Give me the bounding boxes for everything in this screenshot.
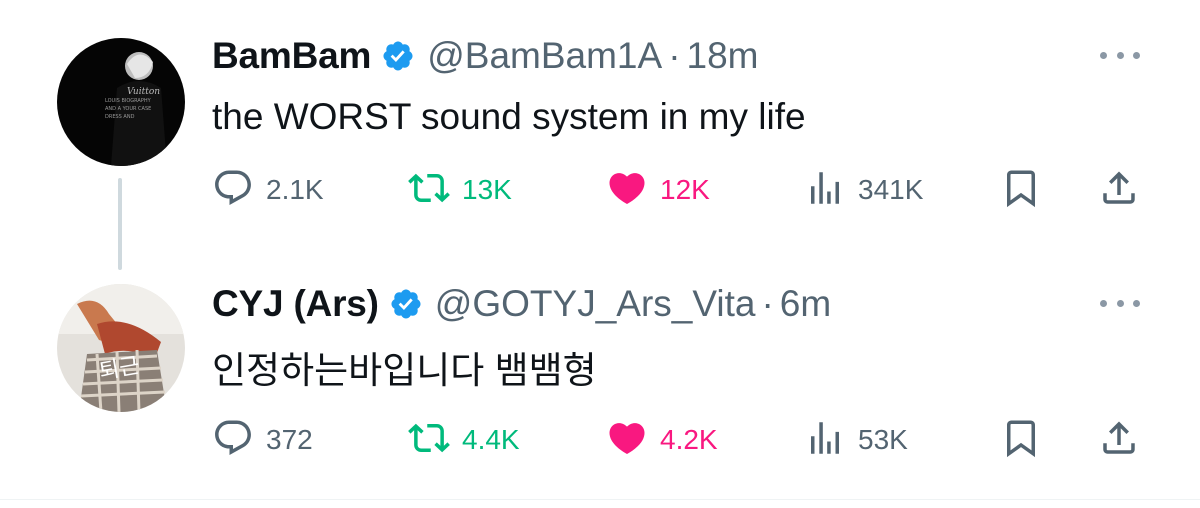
author-name[interactable]: BamBam <box>212 35 371 77</box>
author-name[interactable]: CYJ (Ars) <box>212 283 379 325</box>
views-button[interactable]: 53K <box>804 418 908 462</box>
svg-text:DRESS AND: DRESS AND <box>105 114 135 120</box>
heart-icon <box>606 167 648 214</box>
like-button[interactable]: 12K <box>606 168 710 212</box>
retweet-count: 4.4K <box>462 424 520 455</box>
tweet-text: 인정하는바입니다 뱀뱀형 <box>212 350 597 391</box>
reply-icon <box>212 167 254 214</box>
author-handle[interactable]: @BamBam1A <box>427 35 662 77</box>
retweet-icon <box>408 417 450 464</box>
tweet-header: CYJ (Ars) @GOTYJ_Ars_Vita · 6m <box>212 280 831 328</box>
tweet-2[interactable]: 퇴근 CYJ (Ars) @GOTYJ_Ars_Vita · 6m 인정하는바입… <box>0 260 1200 500</box>
tweet-header: BamBam @BamBam1A · 18m <box>212 32 759 80</box>
tweet-text: the WORST sound system in my life <box>212 96 806 137</box>
like-button[interactable]: 4.2K <box>606 418 718 462</box>
bookmark-button[interactable] <box>1000 418 1042 462</box>
timestamp[interactable]: 18m <box>687 35 759 77</box>
retweet-icon <box>408 167 450 214</box>
views-button[interactable]: 341K <box>804 168 923 212</box>
views-count: 53K <box>858 424 908 455</box>
action-bar: 2.1K 13K 12K 341K <box>212 168 1142 212</box>
share-button[interactable] <box>1098 168 1140 212</box>
tweet-1[interactable]: Vuitton LOUIS BIOGRAPHY AND A YOUR CASE … <box>0 0 1200 260</box>
heart-icon <box>606 417 648 464</box>
views-count: 341K <box>858 174 924 205</box>
verified-badge-icon <box>389 287 423 321</box>
reply-count: 2.1K <box>266 174 324 205</box>
action-bar: 372 4.4K 4.2K 53K <box>212 418 1142 462</box>
views-icon <box>804 417 846 464</box>
retweet-button[interactable]: 4.4K <box>408 418 520 462</box>
avatar[interactable]: Vuitton LOUIS BIOGRAPHY AND A YOUR CASE … <box>57 38 185 166</box>
share-icon <box>1098 167 1140 214</box>
more-icon[interactable] <box>1100 293 1140 313</box>
like-count: 12K <box>660 174 710 205</box>
separator-dot: · <box>668 35 681 76</box>
more-icon[interactable] <box>1100 45 1140 65</box>
like-count: 4.2K <box>660 424 718 455</box>
svg-text:AND A YOUR CASE: AND A YOUR CASE <box>105 106 151 112</box>
retweet-button[interactable]: 13K <box>408 168 512 212</box>
bookmark-icon <box>1000 167 1042 214</box>
reply-button[interactable]: 2.1K <box>212 168 324 212</box>
svg-text:LOUIS BIOGRAPHY: LOUIS BIOGRAPHY <box>105 98 152 104</box>
reply-count: 372 <box>266 424 313 455</box>
share-button[interactable] <box>1098 418 1140 462</box>
retweet-count: 13K <box>462 174 512 205</box>
divider <box>0 499 1200 500</box>
timestamp[interactable]: 6m <box>780 283 831 325</box>
separator-dot: · <box>761 283 774 324</box>
bookmark-icon <box>1000 417 1042 464</box>
svg-text:Vuitton: Vuitton <box>127 87 160 97</box>
author-handle[interactable]: @GOTYJ_Ars_Vita <box>435 283 756 325</box>
views-icon <box>804 167 846 214</box>
bookmark-button[interactable] <box>1000 168 1042 212</box>
reply-button[interactable]: 372 <box>212 418 313 462</box>
reply-icon <box>212 417 254 464</box>
share-icon <box>1098 417 1140 464</box>
avatar[interactable]: 퇴근 <box>57 284 185 412</box>
verified-badge-icon <box>381 39 415 73</box>
